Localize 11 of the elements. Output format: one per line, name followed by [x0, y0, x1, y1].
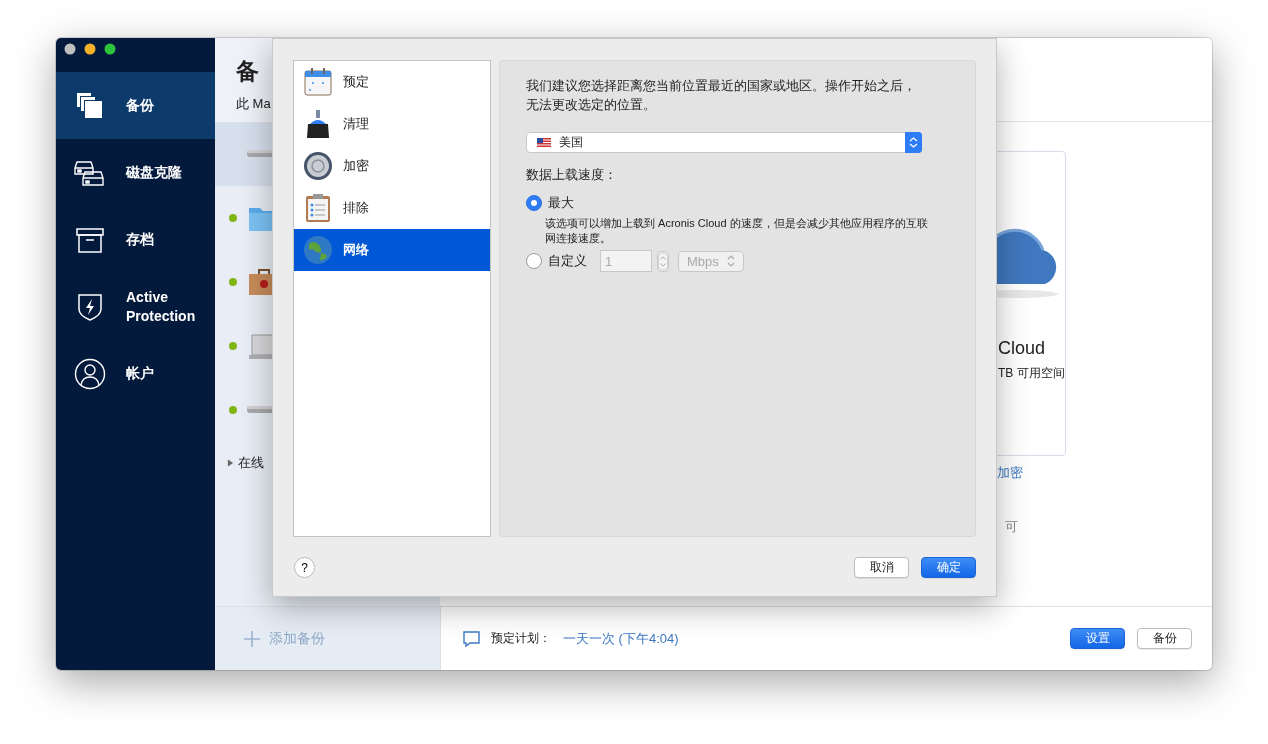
note-text: 可 [1005, 518, 1018, 536]
option-label: 最大 [548, 194, 574, 212]
option-label: 自定义 [548, 252, 587, 270]
panel-subtitle: 此 Ma [236, 95, 271, 113]
panel-title: 备 [236, 57, 259, 86]
option-description: 该选项可以增加上载到 Acronis Cloud 的速度，但是会减少其他应用程序的互联网连接速度。 [545, 216, 929, 246]
card-subtitle: TB 可用空间 [998, 365, 1065, 382]
region-note: 我们建议您选择距离您当前位置最近的国家或地区。操作开始之后，无法更改选定的位置。 [526, 77, 917, 114]
card-title: Cloud [998, 338, 1046, 359]
schedule-label: 预定计划： [491, 630, 551, 647]
speed-label: 数据上载速度： [526, 166, 617, 184]
